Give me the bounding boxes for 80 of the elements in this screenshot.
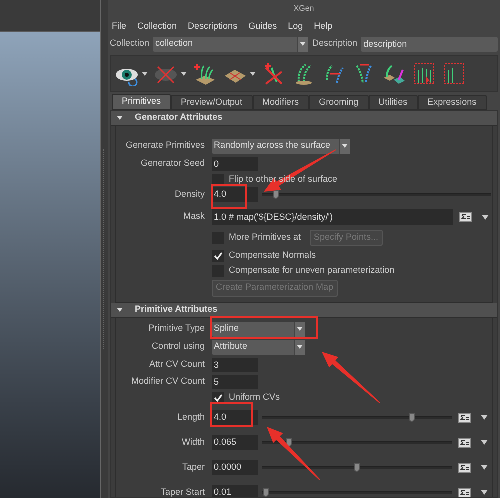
resize-handle[interactable]: [103, 149, 106, 349]
collection-dropdown[interactable]: collection: [152, 36, 308, 52]
caret-icon[interactable]: [481, 465, 488, 470]
tab[interactable]: Modifiers: [252, 95, 310, 110]
field-label: Description: [312, 37, 358, 50]
dropdown[interactable]: Attribute: [212, 340, 305, 354]
field-label: Primitive Type: [148, 322, 205, 336]
arrow: [267, 427, 320, 480]
caret-icon[interactable]: [482, 214, 489, 220]
number-field[interactable]: 3: [212, 358, 258, 372]
grass-patch-icon[interactable]: [193, 62, 217, 86]
caret-icon[interactable]: [297, 345, 303, 349]
tab[interactable]: Primitives: [112, 94, 172, 110]
tab[interactable]: Grooming: [309, 95, 369, 110]
number-field[interactable]: 0.01: [212, 485, 258, 497]
expression-field[interactable]: 1.0 # map('${DESC}/density/'): [212, 209, 453, 225]
number-field[interactable]: 5: [212, 374, 258, 388]
highlight-frame: [210, 402, 253, 427]
caret-icon[interactable]: [142, 72, 148, 76]
window-title: XGen: [294, 3, 314, 15]
field-label: Modifier CV Count: [131, 374, 205, 388]
checkbox-label: Uniform CVs: [229, 390, 280, 404]
field-label: Length: [177, 410, 205, 424]
caret-icon[interactable]: [481, 415, 488, 420]
field-label: Taper Start: [160, 486, 205, 497]
field-label: Taper: [182, 460, 205, 474]
field-label: Mask: [183, 210, 205, 224]
slider-thumb[interactable]: [409, 413, 416, 422]
description-field[interactable]: description: [360, 36, 498, 52]
collapse-icon[interactable]: [117, 308, 123, 312]
slider-thumb[interactable]: [354, 463, 360, 472]
field-label: Control using: [152, 340, 205, 354]
number-field[interactable]: 4.0: [212, 187, 258, 202]
tab[interactable]: Expressions: [418, 95, 487, 110]
number-field[interactable]: 0: [212, 156, 258, 170]
dropdown[interactable]: Randomly across the surface: [212, 138, 350, 154]
checkbox-label: More Primitives at: [229, 231, 302, 244]
caret-icon[interactable]: [297, 327, 303, 331]
caret-icon[interactable]: [481, 440, 488, 445]
number-field[interactable]: 0.065: [212, 435, 258, 450]
guide-select-icon[interactable]: [412, 62, 436, 86]
field-label: Attr CV Count: [149, 358, 205, 371]
field-label: Density: [174, 188, 205, 201]
checkbox-label: Compensate for uneven parameterization: [229, 264, 395, 277]
checkbox-label: Compensate Normals: [229, 248, 316, 262]
menu-item[interactable]: Guides: [248, 20, 278, 34]
field-label: Generator Seed: [140, 156, 205, 170]
expression-editor-icon[interactable]: [458, 412, 471, 422]
menu-item[interactable]: Collection: [138, 20, 178, 34]
caret-icon[interactable]: [250, 72, 256, 76]
tab[interactable]: Preview/Output: [171, 95, 253, 110]
caret-icon[interactable]: [181, 72, 187, 76]
menu-item[interactable]: Descriptions: [188, 20, 238, 34]
caret-icon[interactable]: [300, 42, 306, 46]
tab[interactable]: Utilities: [368, 95, 418, 110]
menu-item[interactable]: Log: [288, 20, 304, 34]
number-field[interactable]: 4.0: [212, 410, 258, 425]
expression-editor-icon[interactable]: [458, 438, 471, 448]
menu-item[interactable]: File: [112, 20, 127, 34]
field-label: Width: [182, 436, 205, 449]
arrow: [322, 352, 380, 404]
slider-thumb[interactable]: [262, 488, 269, 497]
expression-editor-icon[interactable]: [458, 462, 471, 472]
number-field[interactable]: 0.0000: [212, 460, 258, 475]
guide-frame-icon[interactable]: [442, 62, 466, 86]
section-header[interactable]: Primitive Attributes: [111, 303, 497, 318]
highlight-frame: [211, 184, 247, 209]
checkbox[interactable]: [212, 250, 224, 262]
caret-icon[interactable]: [481, 490, 488, 495]
collapse-icon[interactable]: [117, 116, 123, 120]
checkbox[interactable]: [212, 392, 224, 404]
checkbox[interactable]: [212, 174, 224, 186]
dropdown[interactable]: Spline: [212, 322, 305, 336]
expression-editor-icon[interactable]: [459, 212, 472, 222]
section-header[interactable]: Generator Attributes: [111, 111, 497, 126]
expression-editor-icon[interactable]: [458, 488, 471, 497]
caret-icon[interactable]: [342, 144, 348, 148]
field-label: Collection: [110, 37, 150, 50]
field-label: Generate Primitives: [126, 139, 205, 152]
menu-item[interactable]: Help: [314, 20, 333, 34]
